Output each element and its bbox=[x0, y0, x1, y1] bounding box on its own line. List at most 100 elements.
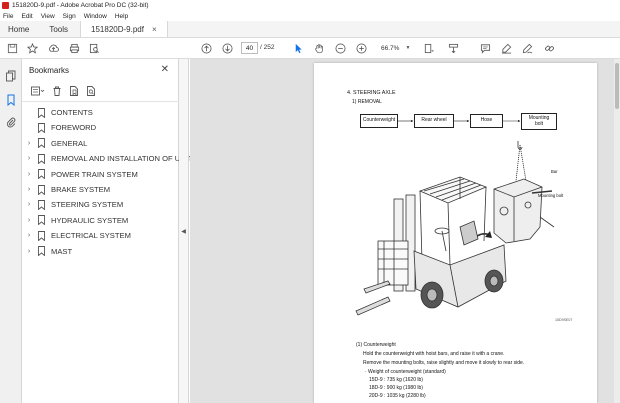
bookmark-icon bbox=[38, 246, 45, 257]
chevron-right-icon[interactable]: › bbox=[25, 248, 33, 255]
bookmark-item[interactable]: › REMOVAL AND INSTALLATION OF UNIT bbox=[25, 152, 193, 165]
navigation-rail bbox=[0, 59, 22, 403]
bookmark-icon bbox=[38, 153, 45, 164]
menu-edit[interactable]: Edit bbox=[21, 13, 32, 20]
bookmark-icon bbox=[38, 122, 45, 133]
label-mounting-bolt: Mounting bolt bbox=[538, 193, 564, 198]
bookmarks-panel-icon[interactable] bbox=[5, 94, 17, 107]
select-cursor-icon[interactable] bbox=[292, 42, 305, 55]
bookmarks-toolbar bbox=[29, 84, 101, 98]
bookmark-label: HYDRAULIC SYSTEM bbox=[51, 215, 129, 225]
tab-bar: Home Tools 151820D-9.pdf × bbox=[0, 21, 620, 38]
bookmark-item[interactable]: › MAST bbox=[25, 245, 72, 258]
step-line-1: Hold the counterweight with hoist bars, … bbox=[363, 351, 505, 357]
bookmark-label: STEERING SYSTEM bbox=[51, 200, 124, 210]
page-number-input[interactable]: 40 bbox=[241, 42, 258, 54]
step-line-5: 18D-9 : 900 kg (1980 lb) bbox=[369, 385, 423, 391]
bookmark-icon bbox=[38, 230, 45, 241]
menu-sign[interactable]: Sign bbox=[63, 13, 76, 20]
share-link-icon[interactable] bbox=[543, 42, 556, 55]
bookmark-item[interactable]: › GENERAL bbox=[25, 137, 87, 150]
new-bookmark-icon[interactable] bbox=[67, 85, 80, 97]
bookmark-icon bbox=[38, 215, 45, 226]
label-bar: Bar bbox=[551, 169, 558, 174]
bookmark-icon bbox=[38, 184, 45, 195]
menu-window[interactable]: Window bbox=[84, 13, 107, 20]
bookmark-label: GENERAL bbox=[51, 138, 88, 148]
close-icon[interactable]: ✕ bbox=[161, 64, 169, 75]
page-down-icon[interactable] bbox=[221, 42, 234, 55]
chevron-right-icon[interactable]: › bbox=[25, 186, 33, 193]
menu-help[interactable]: Help bbox=[115, 13, 128, 20]
chevron-right-icon[interactable]: › bbox=[25, 171, 33, 178]
bookmarks-panel-title: Bookmarks bbox=[29, 66, 70, 75]
bookmark-item[interactable]: FOREWORD bbox=[25, 121, 96, 134]
attachments-icon[interactable] bbox=[5, 116, 17, 128]
collapse-panel-icon[interactable]: ◀ bbox=[181, 228, 186, 235]
chevron-right-icon[interactable]: › bbox=[25, 140, 33, 147]
acrobat-logo-icon bbox=[2, 2, 9, 9]
comment-icon[interactable] bbox=[479, 42, 492, 55]
panel-splitter[interactable]: ◀ bbox=[179, 59, 189, 403]
zoom-level-select[interactable]: 66.7% ▼ bbox=[375, 42, 412, 54]
bookmark-label: MAST bbox=[51, 246, 73, 256]
zoom-out-icon[interactable] bbox=[334, 42, 347, 55]
bookmark-star-icon[interactable] bbox=[26, 42, 39, 55]
step-title: (1) Counterweight bbox=[356, 342, 396, 348]
bookmark-item[interactable]: › BRAKE SYSTEM bbox=[25, 183, 110, 196]
bookmark-item[interactable]: › HYDRAULIC SYSTEM bbox=[25, 214, 128, 227]
pdf-page: 4. STEERING AXLE 1) REMOVAL Counterweigh… bbox=[314, 63, 597, 403]
bookmark-label: POWER TRAIN SYSTEM bbox=[51, 169, 138, 179]
bookmark-label: BRAKE SYSTEM bbox=[51, 185, 111, 194]
bookmark-options-icon[interactable] bbox=[29, 85, 46, 97]
scrollbar-thumb[interactable] bbox=[615, 63, 619, 109]
zoom-in-icon[interactable] bbox=[355, 42, 368, 55]
bookmark-item[interactable]: › POWER TRAIN SYSTEM bbox=[25, 168, 138, 181]
panel-divider bbox=[22, 101, 179, 102]
tab-document[interactable]: 151820D-9.pdf × bbox=[80, 21, 168, 37]
step-line-3: · Weight of counterweight (standard) bbox=[365, 369, 446, 375]
find-bookmark-icon[interactable] bbox=[84, 85, 97, 97]
tab-document-label: 151820D-9.pdf bbox=[91, 24, 144, 34]
chevron-right-icon[interactable]: › bbox=[25, 155, 33, 162]
bookmark-icon bbox=[38, 169, 45, 180]
bookmark-icon bbox=[38, 107, 45, 118]
tab-home[interactable]: Home bbox=[0, 21, 37, 37]
find-icon[interactable] bbox=[88, 42, 101, 55]
chevron-right-icon[interactable]: › bbox=[25, 201, 33, 208]
save-icon[interactable] bbox=[6, 42, 19, 55]
bookmark-icon bbox=[38, 138, 45, 149]
tab-close-icon[interactable]: × bbox=[152, 25, 157, 34]
page-total: / 252 bbox=[260, 44, 275, 51]
scroll-mode-icon[interactable] bbox=[447, 42, 460, 55]
step-line-6: 20D-9 : 1035 kg (2280 lb) bbox=[369, 393, 426, 399]
chevron-down-icon: ▼ bbox=[405, 45, 411, 51]
upload-icon[interactable] bbox=[47, 42, 60, 55]
fit-page-icon[interactable] bbox=[422, 42, 435, 55]
bookmark-item[interactable]: › ELECTRICAL SYSTEM bbox=[25, 229, 131, 242]
main-toolbar: 40 / 252 66.7% ▼ bbox=[0, 38, 620, 59]
tab-tools[interactable]: Tools bbox=[37, 21, 80, 37]
bookmark-label: CONTENTS bbox=[51, 108, 93, 117]
page-up-icon[interactable] bbox=[200, 42, 213, 55]
fill-sign-icon[interactable] bbox=[521, 42, 534, 55]
bookmark-label: ELECTRICAL SYSTEM bbox=[51, 231, 131, 241]
chevron-right-icon[interactable]: › bbox=[25, 217, 33, 224]
document-scrollbar[interactable] bbox=[614, 59, 620, 403]
page-thumbnails-icon[interactable] bbox=[5, 70, 17, 82]
menu-view[interactable]: View bbox=[41, 13, 55, 20]
highlight-icon[interactable] bbox=[500, 42, 513, 55]
hand-icon[interactable] bbox=[313, 42, 326, 55]
bookmark-label: REMOVAL AND INSTALLATION OF UNIT bbox=[51, 154, 193, 164]
chevron-right-icon[interactable]: › bbox=[25, 232, 33, 239]
window-title: 151820D-9.pdf - Adobe Acrobat Pro DC (32… bbox=[12, 2, 149, 9]
zoom-level-value: 66.7% bbox=[381, 44, 400, 52]
menu-file[interactable]: File bbox=[3, 13, 13, 20]
print-icon[interactable] bbox=[68, 42, 81, 55]
bookmarks-panel: Bookmarks ✕ CONTENTS FOREWORD › GENERAL › REM… bbox=[22, 59, 193, 403]
bookmark-item[interactable]: › STEERING SYSTEM bbox=[25, 198, 123, 211]
forklift-illustration bbox=[355, 141, 555, 316]
document-viewport[interactable]: 4. STEERING AXLE 1) REMOVAL Counterweigh… bbox=[190, 59, 620, 403]
delete-bookmark-icon[interactable] bbox=[50, 85, 63, 97]
bookmark-item[interactable]: CONTENTS bbox=[25, 106, 93, 119]
